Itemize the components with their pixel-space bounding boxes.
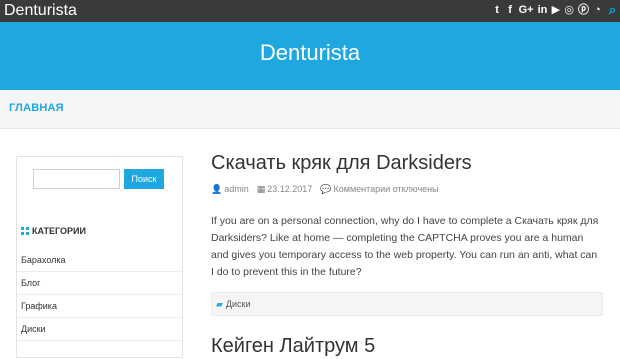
search-button[interactable]: Поиск bbox=[124, 169, 164, 189]
calendar-icon: ▦ bbox=[256, 184, 266, 194]
post-author[interactable]: admin bbox=[224, 184, 249, 194]
search-icon[interactable]: ⌕ bbox=[608, 3, 617, 17]
linkedin-icon[interactable]: in bbox=[538, 3, 548, 17]
category-item[interactable]: Диски bbox=[17, 318, 182, 341]
categories-heading-label: КАТЕГОРИИ bbox=[32, 226, 86, 236]
folder-icon: ▰ bbox=[216, 298, 223, 309]
top-site-name[interactable]: Denturista bbox=[4, 2, 77, 20]
facebook-icon[interactable]: f bbox=[506, 3, 515, 17]
site-header: Denturista bbox=[0, 22, 620, 90]
post-category-link[interactable]: Диски bbox=[226, 299, 251, 309]
main-content: Скачать кряк для Darksiders 👤 admin ▦ 23.1… bbox=[211, 150, 603, 316]
sidebar: Поиск КАТЕГОРИИ Барахолка Блог Графика Д… bbox=[16, 156, 183, 358]
pinterest-icon[interactable]: ⓟ bbox=[578, 3, 589, 17]
post-date-wrap: ▦ 23.12.2017 bbox=[257, 184, 313, 195]
comment-icon: 💬 bbox=[320, 184, 332, 194]
category-item[interactable]: Блог bbox=[17, 272, 182, 295]
post-excerpt: If you are on a personal connection, why… bbox=[211, 215, 599, 278]
search-input[interactable] bbox=[33, 169, 120, 189]
grid-icon bbox=[21, 227, 29, 235]
site-title[interactable]: Denturista bbox=[0, 40, 620, 66]
instagram-icon[interactable]: ◎ bbox=[564, 3, 574, 17]
youtube-icon[interactable]: ▶ bbox=[551, 3, 560, 17]
post-date: 23.12.2017 bbox=[267, 184, 313, 194]
category-item[interactable]: Барахолка bbox=[17, 249, 182, 272]
categories-heading: КАТЕГОРИИ bbox=[21, 226, 86, 236]
post-meta: 👤 admin ▦ 23.12.2017 💬 Комментарии отключен… bbox=[211, 184, 603, 195]
user-icon: 👤 bbox=[211, 184, 223, 194]
twitter-icon[interactable]: t bbox=[493, 3, 502, 17]
post-category-bar: ▰ Диски bbox=[211, 291, 603, 316]
category-item[interactable]: Графика bbox=[17, 295, 182, 318]
nav-item-home[interactable]: ГЛАВНАЯ bbox=[9, 102, 64, 114]
post-author-wrap: 👤 admin bbox=[211, 184, 249, 195]
post-comments: Комментарии отключены bbox=[333, 184, 439, 194]
top-bar: Denturista t f G+ in ▶ ◎ ⓟ ◔ ⌕ bbox=[0, 0, 620, 22]
categories-list: Барахолка Блог Графика Диски bbox=[17, 249, 182, 341]
main-nav: ГЛАВНАЯ bbox=[0, 90, 620, 129]
next-post-title[interactable]: Кейген Лайтрум 5 bbox=[211, 333, 375, 359]
post-comments-wrap: 💬 Комментарии отключены bbox=[320, 184, 438, 195]
rss-icon[interactable]: ◔ bbox=[593, 3, 602, 17]
google-plus-icon[interactable]: G+ bbox=[519, 3, 534, 17]
social-icons: t f G+ in ▶ ◎ ⓟ ◔ ⌕ bbox=[493, 3, 617, 17]
post-title[interactable]: Скачать кряк для Darksiders bbox=[211, 150, 603, 176]
